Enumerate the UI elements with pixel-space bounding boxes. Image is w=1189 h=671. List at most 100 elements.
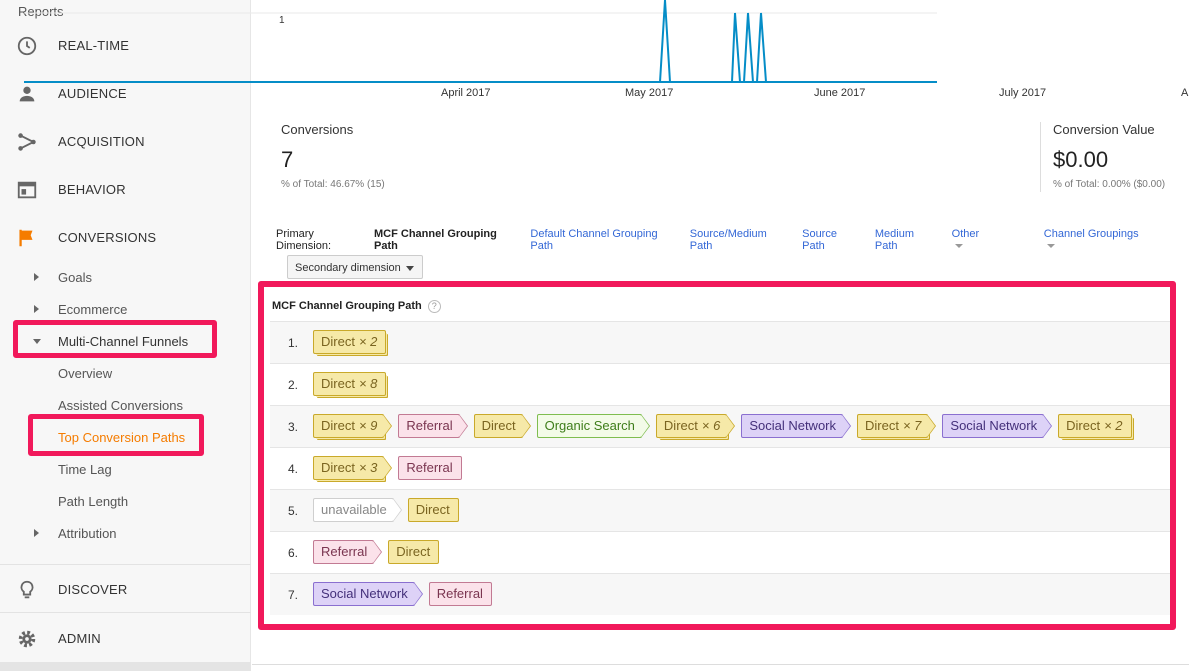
nav-label: BEHAVIOR — [58, 182, 126, 197]
x-axis-label-may: May 2017 — [625, 87, 674, 99]
channel-multiplier: × 8 — [358, 376, 378, 391]
help-icon[interactable]: ? — [427, 300, 441, 313]
kpi-conversion-value: Conversion Value $0.00 % of Total: 0.00%… — [1053, 122, 1165, 190]
series-line — [659, 0, 770, 83]
conversions-line-chart — [24, 0, 937, 83]
kpi-title: Conversion Value — [1053, 122, 1155, 137]
channel-groupings-dropdown[interactable]: Channel Groupings — [1044, 228, 1173, 252]
kpi-title: Conversions — [281, 122, 354, 137]
channel-name: Direct — [321, 460, 355, 475]
channel-chip: Direct × 6 — [655, 414, 736, 438]
row-number: 2. — [288, 378, 299, 392]
table-row: 4. Direct × 3 Referral — [270, 447, 1170, 489]
kpi-value: 7 — [281, 147, 294, 172]
table-column-header: MCF Channel Grouping Path? — [272, 300, 441, 313]
table-row: 6. Referral Direct — [270, 531, 1170, 573]
channel-name: Direct — [865, 418, 899, 433]
sidebar-divider — [0, 612, 251, 613]
footer-divider — [252, 664, 1189, 665]
path-chips: Direct × 9 Referral Direct Organic Search Dir… — [313, 414, 1138, 438]
channel-multiplier: × 2 — [1104, 418, 1123, 433]
nav-admin[interactable]: ADMIN — [0, 620, 251, 656]
channel-name: Referral — [406, 460, 453, 475]
dimension-default-channel-grouping-path[interactable]: Default Channel Grouping Path — [530, 228, 673, 252]
path-chips: unavailable Direct — [313, 498, 465, 522]
table-row: 1. Direct × 2 — [270, 321, 1170, 363]
secondary-dimension-label: Secondary dimension — [295, 262, 401, 274]
kpi-divider — [1040, 122, 1041, 192]
channel-chip: Direct × 2 — [1058, 414, 1132, 438]
x-axis-label-june: June 2017 — [814, 87, 866, 99]
row-number: 6. — [288, 546, 299, 560]
nav-behavior[interactable]: BEHAVIOR — [0, 171, 251, 207]
path-chips: Referral Direct — [313, 540, 445, 564]
kpi-subtext: % of Total: 46.67% (15) — [281, 179, 385, 190]
dimension-source-path[interactable]: Source Path — [802, 228, 859, 252]
nav-conversions[interactable]: CONVERSIONS — [0, 219, 251, 255]
channel-name: Organic Search — [544, 418, 635, 433]
nav-goals[interactable]: Goals — [58, 270, 92, 285]
dimension-source-medium-path[interactable]: Source/Medium Path — [690, 228, 786, 252]
chevron-down-icon — [406, 266, 414, 271]
channel-chip: Referral — [398, 456, 462, 480]
channel-multiplier: × 3 — [358, 460, 378, 475]
channel-name: Direct — [321, 334, 355, 349]
nav-time-lag[interactable]: Time Lag — [58, 462, 112, 477]
channel-chip: Direct — [407, 498, 459, 522]
nav-top-conversion-paths[interactable]: Top Conversion Paths — [58, 430, 185, 445]
kpi-value: $0.00 — [1053, 147, 1109, 172]
nav-label: CONVERSIONS — [58, 230, 157, 245]
channel-chip: Direct × 2 — [313, 330, 387, 354]
nav-acquisition[interactable]: ACQUISITION — [0, 123, 251, 159]
channel-chip: Direct — [473, 414, 531, 438]
nav-discover[interactable]: DISCOVER — [0, 571, 251, 607]
dimension-mcf-channel-grouping-path[interactable]: MCF Channel Grouping Path — [374, 228, 514, 252]
nav-assisted-conversions[interactable]: Assisted Conversions — [58, 398, 183, 413]
column-header-label: MCF Channel Grouping Path — [272, 300, 422, 312]
dimension-medium-path[interactable]: Medium Path — [875, 228, 936, 252]
nav-mcf-overview[interactable]: Overview — [58, 366, 112, 381]
acquisition-icon — [18, 133, 36, 151]
x-axis-label-partial: A — [1181, 87, 1189, 99]
table-row: 5. unavailable Direct — [270, 489, 1170, 531]
sidebar-footer-bar — [0, 662, 251, 671]
nav-multi-channel-funnels[interactable]: Multi-Channel Funnels — [58, 334, 188, 349]
channel-chip: Direct × 9 — [313, 414, 393, 438]
lightbulb-icon — [20, 580, 34, 599]
gear-icon — [18, 630, 36, 648]
channel-name: Direct — [415, 502, 450, 517]
caret-right-icon — [34, 273, 39, 281]
nav-ecommerce[interactable]: Ecommerce — [58, 302, 127, 317]
dimension-other-dropdown[interactable]: Other — [952, 228, 1018, 252]
path-chips: Direct × 3 Referral — [313, 456, 468, 480]
channel-name: Social Network — [950, 418, 1038, 433]
nav-path-length[interactable]: Path Length — [58, 494, 128, 509]
channel-name: Direct — [663, 418, 698, 433]
channel-name: Referral — [436, 586, 483, 601]
caret-right-icon — [34, 529, 39, 537]
channel-multiplier: × 6 — [701, 418, 721, 433]
nav-label: ACQUISITION — [58, 134, 145, 149]
channel-multiplier: × 9 — [358, 418, 378, 433]
path-chips: Social Network Referral — [313, 582, 498, 606]
row-number: 4. — [288, 462, 299, 476]
x-axis-label-july: July 2017 — [999, 87, 1047, 99]
channel-chip: Organic Search — [536, 414, 651, 438]
flag-icon — [19, 229, 33, 247]
row-number: 1. — [288, 336, 299, 350]
x-axis-label-april: April 2017 — [441, 87, 491, 99]
sidebar: Reports REAL-TIME AUDIENCE ACQUISITION B… — [0, 0, 251, 671]
channel-chip: Direct × 7 — [857, 414, 937, 438]
channel-name: Direct — [481, 418, 516, 433]
nav-attribution[interactable]: Attribution — [58, 526, 117, 541]
row-number: 3. — [288, 420, 299, 434]
primary-dimension-bar: Primary Dimension: MCF Channel Grouping … — [276, 228, 1189, 252]
channel-name: Direct — [321, 418, 355, 433]
kpi-conversions: Conversions 7 % of Total: 46.67% (15) — [281, 122, 385, 190]
caret-down-icon — [33, 339, 41, 344]
sidebar-divider — [0, 564, 251, 565]
secondary-dimension-button[interactable]: Secondary dimension — [287, 255, 423, 279]
channel-name: unavailable — [321, 502, 387, 517]
channel-name: Direct — [396, 544, 431, 559]
path-chips: Direct × 2 — [313, 330, 392, 354]
